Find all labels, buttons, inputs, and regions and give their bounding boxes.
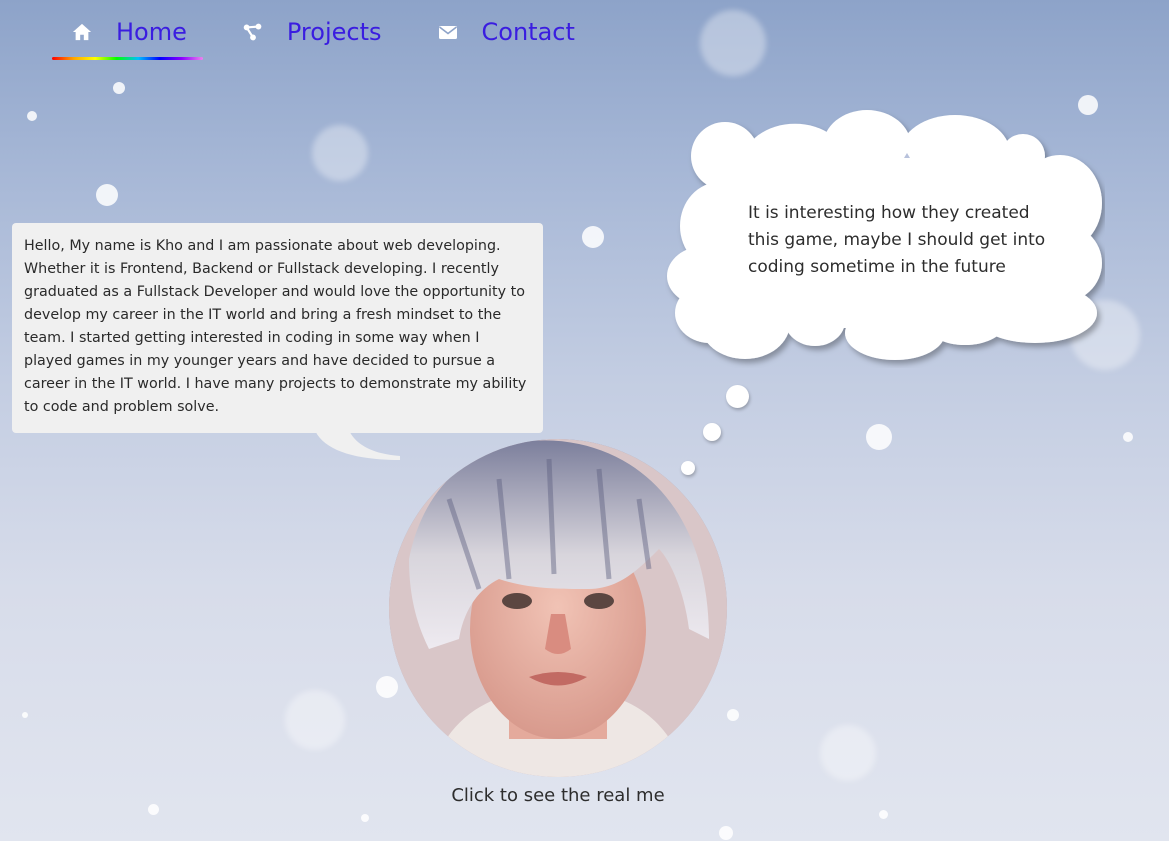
profile-portrait[interactable] bbox=[389, 439, 727, 777]
envelope-icon bbox=[438, 22, 458, 42]
intro-text: Hello, My name is Kho and I am passionat… bbox=[24, 238, 527, 415]
nav-item-label: Projects bbox=[286, 18, 382, 46]
thought-text: It is interesting how they created this … bbox=[748, 203, 1046, 277]
intro-speech-bubble: Hello, My name is Kho and I am passionat… bbox=[12, 223, 543, 433]
snow-dot bbox=[582, 226, 604, 248]
thought-dot bbox=[703, 423, 721, 441]
snow-dot bbox=[113, 82, 125, 94]
snow-dot bbox=[1123, 432, 1133, 442]
snow-dot bbox=[22, 712, 28, 718]
snow-dot bbox=[719, 826, 733, 840]
nav-item-label: Home bbox=[116, 18, 187, 46]
snow-dot bbox=[727, 709, 739, 721]
snow-dot bbox=[96, 184, 118, 206]
snow-blur bbox=[312, 125, 368, 181]
snow-dot bbox=[148, 804, 159, 815]
snow-dot bbox=[879, 810, 888, 819]
thought-dot bbox=[726, 385, 749, 408]
nav-item-label: Contact bbox=[481, 18, 575, 46]
home-icon bbox=[72, 22, 92, 42]
snow-dot bbox=[866, 424, 892, 450]
share-nodes-icon bbox=[243, 22, 263, 42]
portrait-caption[interactable]: Click to see the real me bbox=[389, 785, 727, 806]
nav-item-contact[interactable]: Contact bbox=[418, 14, 591, 50]
snow-dot bbox=[27, 111, 37, 121]
snow-dot bbox=[361, 814, 369, 822]
nav-item-home[interactable]: Home bbox=[52, 14, 203, 60]
speech-bubble-tail bbox=[314, 428, 400, 460]
nav-item-projects[interactable]: Projects bbox=[223, 14, 398, 50]
snow-blur bbox=[285, 690, 345, 750]
snow-blur bbox=[820, 725, 876, 781]
snow-dot bbox=[376, 676, 398, 698]
main-nav: Home Projects Contact bbox=[52, 14, 591, 60]
portrait-illustration bbox=[389, 439, 727, 777]
thought-dot bbox=[681, 461, 695, 475]
snow-blur bbox=[700, 10, 766, 76]
